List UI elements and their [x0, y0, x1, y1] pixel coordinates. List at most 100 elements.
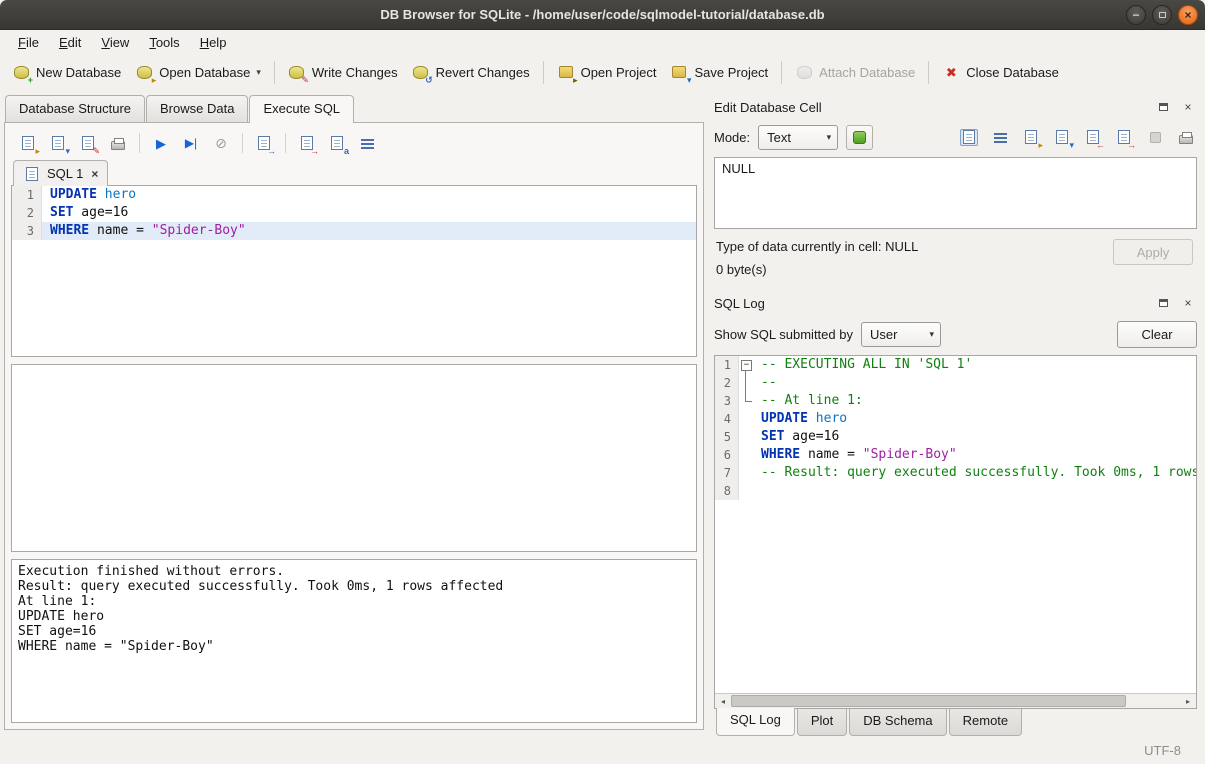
tab-remote[interactable]: Remote [949, 709, 1023, 736]
menu-tools[interactable]: Tools [139, 32, 189, 53]
menu-file[interactable]: File [8, 32, 49, 53]
tab-plot[interactable]: Plot [797, 709, 847, 736]
menu-help[interactable]: Help [190, 32, 237, 53]
cell-editor[interactable]: NULL [714, 157, 1197, 229]
mnemonic: V [101, 35, 109, 50]
open-file-button[interactable]: ▸ [1020, 127, 1042, 148]
new-database-button[interactable]: +New Database [5, 60, 128, 85]
export-csv-button[interactable]: → [251, 131, 277, 155]
auto-format-button[interactable] [846, 125, 873, 150]
apply-button: Apply [1113, 239, 1193, 265]
edit-cell-close-icon[interactable]: × [1179, 99, 1197, 116]
status-bar: UTF-8 [0, 736, 1205, 764]
sql-log-float-icon[interactable] [1154, 295, 1172, 312]
code-row-3: 3-- At line 1: [715, 392, 1196, 410]
sql-log-lines[interactable]: 1-- EXECUTING ALL IN 'SQL 1'2--3-- At li… [715, 356, 1196, 693]
icon-overlay: ↺ [425, 76, 433, 85]
tab-database-structure[interactable]: Database Structure [5, 95, 145, 122]
toolbar-separator [543, 61, 544, 84]
tab-sql-log[interactable]: SQL Log [716, 708, 795, 736]
line-number: 1 [715, 356, 739, 374]
word-wrap-button[interactable] [989, 127, 1011, 148]
close-tab-icon[interactable]: × [91, 167, 98, 181]
save-results-icon: → [298, 135, 316, 152]
find-replace-button[interactable]: a [324, 131, 350, 155]
code-text: -- [753, 374, 1196, 392]
sql-editor[interactable]: 1UPDATE hero2SET age=163WHERE name = "Sp… [11, 185, 697, 357]
close-window-button[interactable]: × [1178, 5, 1198, 25]
text-view-button[interactable] [958, 127, 980, 148]
mnemonic: T [149, 35, 156, 50]
sql-log-close-icon[interactable]: × [1179, 295, 1197, 312]
save-project-label: Save Project [694, 65, 768, 80]
token: age=16 [73, 205, 128, 220]
fold-minus-icon[interactable] [739, 356, 753, 374]
import-button[interactable]: ← [1082, 127, 1104, 148]
scrollbar-track[interactable] [731, 694, 1180, 708]
log-filter-select[interactable]: User ▾ [861, 322, 941, 347]
open-project-glyph [559, 66, 573, 78]
stop-button[interactable]: ⊘ [208, 131, 234, 155]
open-project-button[interactable]: ▸Open Project [550, 60, 664, 85]
token: SET [50, 205, 73, 220]
revert-changes-button[interactable]: ↺Revert Changes [405, 60, 537, 85]
log-filter-row: Show SQL submitted by User ▾ Clear [714, 317, 1197, 351]
tab-execute-sql[interactable]: Execute SQL [249, 95, 354, 123]
title-bar[interactable]: DB Browser for SQLite - /home/user/code/… [0, 0, 1205, 30]
menu-edit[interactable]: Edit [49, 32, 91, 53]
icon-overlay: → [267, 147, 276, 156]
save-sql-file-icon: ▾ [49, 135, 67, 152]
scroll-left-icon[interactable]: ◂ [715, 694, 731, 708]
open-sql-file-button[interactable]: ▸ [15, 131, 41, 155]
chevron-down-icon[interactable]: ▾ [256, 67, 261, 78]
toolbar-separator [781, 61, 782, 84]
sql-log-header-icons: × [1154, 295, 1197, 312]
print-cell-button[interactable] [1175, 127, 1197, 148]
messages-output[interactable]: Execution finished without errors. Resul… [11, 559, 697, 723]
export-button[interactable]: → [1113, 127, 1135, 148]
print-button[interactable] [105, 131, 131, 155]
edit-cell-float-icon[interactable] [1154, 99, 1172, 116]
scroll-right-icon[interactable]: ▸ [1180, 694, 1196, 708]
fold-margin [739, 464, 753, 482]
icon-overlay: + [28, 76, 33, 85]
close-database-label: Close Database [966, 65, 1059, 80]
save-sql-file-button[interactable]: ▾ [45, 131, 71, 155]
code-text: -- At line 1: [753, 392, 1196, 410]
toolbar-separator [242, 133, 243, 153]
menu-view[interactable]: View [91, 32, 139, 53]
tab-db-schema[interactable]: DB Schema [849, 709, 946, 736]
mode-select[interactable]: Text ▾ [758, 125, 838, 150]
set-null-button[interactable] [1144, 127, 1166, 148]
execute-line-button[interactable]: ▶| [178, 131, 204, 155]
horizontal-scrollbar[interactable]: ◂ ▸ [715, 693, 1196, 708]
open-database-button[interactable]: ▸Open Database▾ [128, 60, 268, 85]
tab-browse-data[interactable]: Browse Data [146, 95, 248, 122]
maximize-button[interactable] [1152, 5, 1172, 25]
write-changes-button[interactable]: ✎Write Changes [281, 60, 405, 85]
cell-mode-row: Mode: Text ▾ ▸▾←→ [714, 121, 1197, 153]
edit-cell-title: Edit Database Cell [714, 100, 1154, 115]
code-row-7: 7-- Result: query executed successfully.… [715, 464, 1196, 482]
token: UPDATE [761, 411, 808, 426]
icon-overlay: ▸ [35, 147, 40, 156]
format-sql-button[interactable] [354, 131, 380, 155]
save-results-button[interactable]: → [294, 131, 320, 155]
close-database-button[interactable]: ✖Close Database [935, 60, 1066, 85]
write-changes-label: Write Changes [312, 65, 398, 80]
open-project-icon: ▸ [557, 64, 575, 81]
save-project-button[interactable]: ▾Save Project [663, 60, 775, 85]
save-file-button[interactable]: ▾ [1051, 127, 1073, 148]
save-sql-as-button[interactable]: ✎ [75, 131, 101, 155]
execute-all-button[interactable]: ▶ [148, 131, 174, 155]
open-database-icon: ▸ [135, 64, 153, 81]
clear-button[interactable]: Clear [1117, 321, 1197, 348]
float-glyph [1159, 103, 1168, 111]
sql-1-tab[interactable]: SQL 1 × [13, 160, 108, 186]
scrollbar-thumb[interactable] [731, 695, 1126, 707]
code-text: SET age=16 [42, 204, 696, 222]
minimize-button[interactable]: − [1126, 5, 1146, 25]
export-csv-icon: → [255, 135, 273, 152]
code-text: WHERE name = "Spider-Boy" [753, 446, 1196, 464]
results-grid[interactable] [11, 364, 697, 552]
